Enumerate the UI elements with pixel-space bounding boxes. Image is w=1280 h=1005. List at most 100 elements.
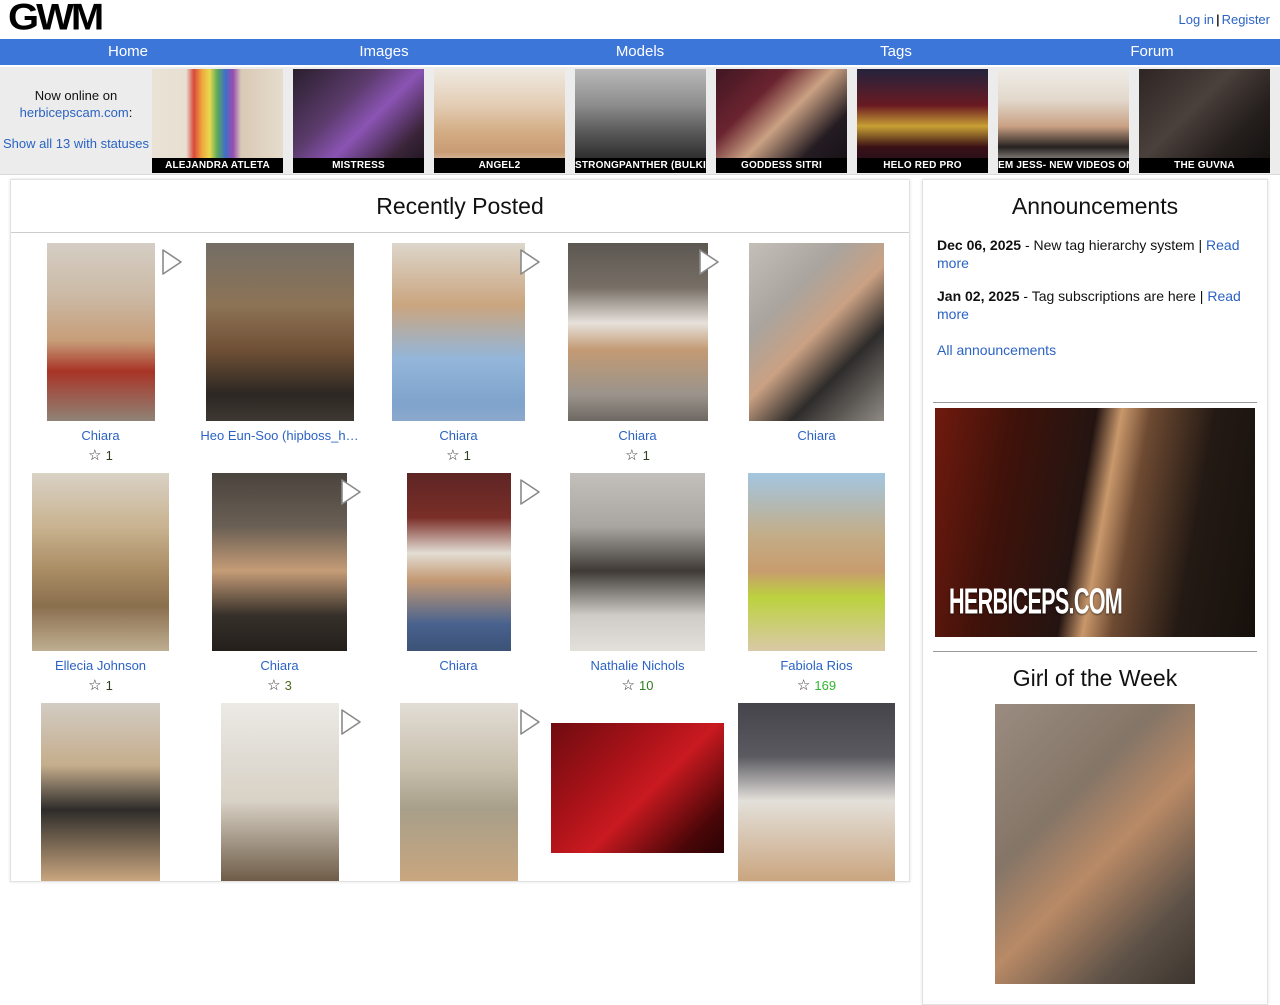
online-model-thumb[interactable]: MISTRESS (293, 69, 424, 173)
image-thumbnail[interactable] (748, 473, 885, 651)
auth-links: Log in|Register (1179, 0, 1270, 27)
model-name-link[interactable]: Chiara (260, 658, 298, 673)
star-count: ☆3 (267, 678, 292, 693)
image-thumbnail[interactable] (749, 243, 884, 421)
online-model-name: MISTRESS (293, 158, 424, 173)
main-nav: Home Images Models Tags Forum (0, 39, 1280, 65)
nav-item-home[interactable]: Home (0, 39, 256, 65)
image-card (190, 703, 369, 881)
announcement-dash: - (1020, 288, 1032, 304)
image-thumbnail[interactable] (738, 703, 895, 881)
play-icon (515, 245, 545, 279)
image-card (727, 703, 906, 881)
online-model-thumb[interactable]: ANGEL2 (434, 69, 565, 173)
star-count-value: 1 (643, 448, 650, 463)
model-name-link[interactable]: Heo Eun-Soo (hipboss_h… (200, 428, 358, 443)
grid-row: Ellecia Johnson ☆1 Chiara ☆3 Chiara Nath… (11, 463, 909, 693)
online-model-thumb[interactable]: ALEJANDRA ATLETA (152, 69, 283, 173)
herbicepscam-link[interactable]: herbicepscam.com (20, 105, 129, 120)
model-name-link[interactable]: Fabiola Rios (780, 658, 852, 673)
star-count-value: 10 (639, 678, 653, 693)
image-thumbnail[interactable] (407, 473, 511, 651)
announcement-pipe: | (1196, 288, 1207, 304)
announcement-dash: - (1021, 237, 1033, 253)
star-count: ☆169 (797, 678, 836, 693)
star-count-value: 1 (106, 678, 113, 693)
announcement-pipe: | (1195, 237, 1206, 253)
content-area: Recently Posted Chiara ☆1 Heo Eun-Soo (h… (0, 175, 1280, 1005)
star-icon: ☆ (797, 678, 810, 693)
show-all-statuses-link[interactable]: Show all 13 with statuses (3, 136, 149, 151)
model-name-link[interactable]: Chiara (618, 428, 656, 443)
star-icon: ☆ (446, 448, 459, 463)
image-thumbnail[interactable] (206, 243, 354, 421)
online-model-name: ANGEL2 (434, 158, 565, 173)
online-model-name: STRONGPANTHER (BULKIN (575, 158, 706, 173)
model-name-link[interactable]: Nathalie Nichols (591, 658, 685, 673)
girl-of-week-title: Girl of the Week (935, 652, 1255, 704)
nav-item-tags[interactable]: Tags (768, 39, 1024, 65)
model-name-link[interactable]: Chiara (797, 428, 835, 443)
image-thumbnail[interactable] (551, 723, 724, 853)
announcement-date: Dec 06, 2025 (937, 237, 1021, 253)
image-card: Ellecia Johnson ☆1 (11, 473, 190, 693)
online-model-thumb[interactable]: HELO RED PRO (857, 69, 988, 173)
model-name-link[interactable]: Chiara (439, 428, 477, 443)
login-link[interactable]: Log in (1179, 12, 1214, 27)
image-thumbnail[interactable] (392, 243, 525, 421)
image-thumbnail[interactable] (570, 473, 705, 651)
nav-item-models[interactable]: Models (512, 39, 768, 65)
play-icon (694, 245, 724, 279)
online-models-bar: Now online on herbicepscam.com: Show all… (0, 65, 1280, 175)
image-thumbnail[interactable] (212, 473, 347, 651)
online-model-name: GODDESS SITRI (716, 158, 847, 173)
image-thumbnail[interactable] (221, 703, 339, 881)
star-count: ☆1 (88, 678, 113, 693)
online-model-thumb[interactable]: EM JESS- NEW VIDEOS ON (998, 69, 1129, 173)
play-icon (515, 475, 545, 509)
star-count-value: 3 (285, 678, 292, 693)
auth-separator: | (1214, 12, 1222, 27)
online-model-name: EM JESS- NEW VIDEOS ON (998, 158, 1129, 173)
star-icon: ☆ (622, 678, 635, 693)
image-card (548, 703, 727, 881)
online-line1: Now online on (0, 88, 152, 105)
star-count: ☆ 10 (622, 678, 654, 693)
all-announcements-link[interactable]: All announcements (937, 342, 1056, 358)
play-icon (515, 705, 545, 739)
online-colon: : (129, 105, 133, 120)
girl-of-week-image[interactable] (995, 704, 1195, 984)
image-thumbnail[interactable] (568, 243, 708, 421)
herbiceps-banner[interactable]: HERBICEPS.COM (935, 408, 1255, 637)
grid-row (11, 693, 909, 881)
image-thumbnail[interactable] (47, 243, 155, 421)
star-icon: ☆ (625, 448, 638, 463)
online-model-name: ALEJANDRA ATLETA (152, 158, 283, 173)
star-icon: ☆ (267, 678, 280, 693)
star-count: ☆1 (88, 448, 113, 463)
model-name-link[interactable]: Ellecia Johnson (55, 658, 146, 673)
image-card (11, 703, 190, 881)
register-link[interactable]: Register (1222, 12, 1270, 27)
online-model-thumb[interactable]: STRONGPANTHER (BULKIN (575, 69, 706, 173)
image-thumbnail[interactable] (32, 473, 169, 651)
star-count-value: 1 (106, 448, 113, 463)
image-thumbnail[interactable] (41, 703, 160, 881)
image-card: Chiara (727, 243, 906, 463)
image-thumbnail[interactable] (400, 703, 518, 881)
image-card: Chiara (369, 473, 548, 693)
online-model-thumb[interactable]: GODDESS SITRI (716, 69, 847, 173)
announcement-text: Tag subscriptions are here (1032, 288, 1196, 304)
online-model-thumb[interactable]: THE GUVNA (1139, 69, 1270, 173)
site-logo[interactable]: GWM (8, 0, 101, 35)
image-card: Fabiola Rios ☆169 (727, 473, 906, 693)
play-icon (336, 475, 366, 509)
nav-item-forum[interactable]: Forum (1024, 39, 1280, 65)
image-card (369, 703, 548, 881)
star-count-value: 1 (464, 448, 471, 463)
model-name-link[interactable]: Chiara (81, 428, 119, 443)
image-card: Heo Eun-Soo (hipboss_h… (190, 243, 369, 463)
nav-item-images[interactable]: Images (256, 39, 512, 65)
recently-posted-panel: Recently Posted Chiara ☆1 Heo Eun-Soo (h… (10, 179, 910, 882)
model-name-link[interactable]: Chiara (439, 658, 477, 673)
